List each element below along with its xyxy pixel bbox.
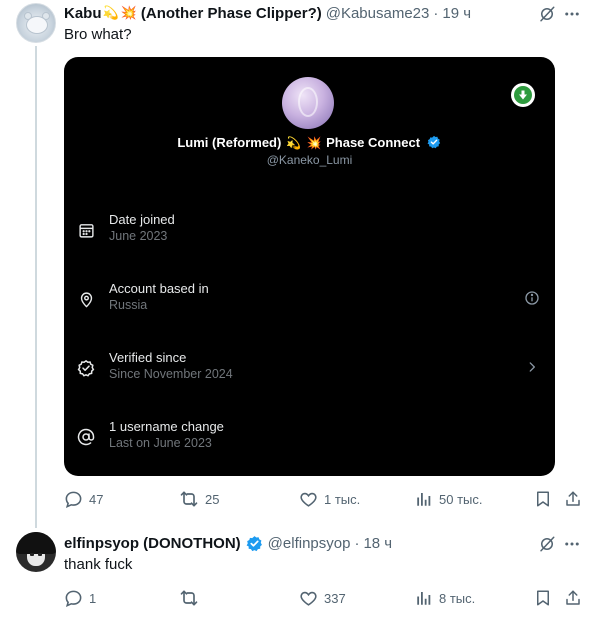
view-count: 50 тыс. <box>439 491 483 507</box>
avatar-eye-left <box>30 553 34 556</box>
separator-dot: · <box>433 4 439 22</box>
view-count: 8 тыс. <box>439 590 476 606</box>
chevron-right-icon[interactable] <box>523 358 541 376</box>
tweet-header: Kabu 💫 💥 (Another Phase Clipper?) @Kabus… <box>64 3 471 23</box>
reply-button[interactable]: 47 <box>64 489 103 509</box>
grok-icon[interactable] <box>537 534 557 554</box>
handle[interactable]: @elfinpsyop <box>268 535 351 552</box>
heart-icon <box>300 591 317 606</box>
repost-button[interactable] <box>179 588 205 608</box>
info-subtitle: Russia <box>109 298 148 312</box>
share-button[interactable] <box>564 489 582 509</box>
info-circle-icon[interactable] <box>523 289 541 307</box>
timestamp[interactable]: 18 ч <box>363 535 392 552</box>
info-title: Verified since <box>109 350 187 365</box>
like-button[interactable]: 337 <box>299 588 346 608</box>
share-icon <box>566 491 580 506</box>
card-avatar-decoration <box>298 87 318 117</box>
info-subtitle: Since November 2024 <box>109 367 233 381</box>
card-avatar <box>282 77 334 129</box>
share-button[interactable] <box>564 588 582 608</box>
avatar[interactable] <box>16 532 56 572</box>
info-subtitle: June 2023 <box>109 229 168 243</box>
card-display-name: Lumi (Reformed) 💫 💥 Phase Connect <box>64 135 555 150</box>
bookmark-button[interactable] <box>534 489 552 509</box>
separator-dot: · <box>354 534 360 552</box>
reply-count: 1 <box>89 590 97 606</box>
tweet-text: Bro what? <box>64 26 132 43</box>
like-count: 1 тыс. <box>324 491 361 507</box>
card-handle: @Kaneko_Lumi <box>266 153 353 167</box>
reply-count: 47 <box>89 491 104 507</box>
collision-emoji: 💥 <box>120 5 137 20</box>
info-row-username-change: 1 username change Last on June 2023 <box>64 418 555 454</box>
timestamp[interactable]: 19 ч <box>442 5 471 22</box>
tweet-text: thank fuck <box>64 556 133 573</box>
at-sign-icon <box>76 427 96 447</box>
more-options-icon[interactable] <box>562 534 582 554</box>
card-name-suffix: Phase Connect <box>326 135 421 150</box>
like-count: 337 <box>324 590 346 606</box>
avatar-hair <box>16 532 56 554</box>
views-bar-chart-icon <box>417 592 431 605</box>
heart-icon <box>300 492 317 507</box>
account-info-card[interactable]: Lumi (Reformed) 💫 💥 Phase Connect @Kanek… <box>64 57 555 476</box>
bookmark-icon <box>537 590 549 606</box>
repost-button[interactable]: 25 <box>179 489 219 509</box>
info-title: Account based in <box>109 281 209 296</box>
display-name[interactable]: Kabu <box>64 5 102 22</box>
card-name: Lumi (Reformed) <box>177 135 282 150</box>
repost-icon <box>180 590 198 606</box>
handle[interactable]: @Kabusame23 <box>326 5 430 22</box>
verified-badge-icon <box>427 135 441 149</box>
info-subtitle: Last on June 2023 <box>109 436 212 450</box>
repost-count: 25 <box>205 491 220 507</box>
views-button[interactable]: 8 тыс. <box>415 588 475 608</box>
repost-icon <box>180 491 198 507</box>
verified-badge-icon <box>246 535 263 552</box>
like-button[interactable]: 1 тыс. <box>299 489 360 509</box>
share-icon <box>566 590 580 605</box>
tweet-header: elfinpsyop (DONOTHON) @elfinpsyop · 18 ч <box>64 533 392 553</box>
tweet-actions: 47 25 1 тыс. 50 тыс. <box>64 489 584 509</box>
info-row-date-joined: Date joined June 2023 <box>64 211 555 247</box>
collision-emoji: 💥 <box>306 136 322 150</box>
avatar-eye-right <box>38 553 42 556</box>
info-title: Date joined <box>109 212 175 227</box>
views-bar-chart-icon <box>417 493 431 506</box>
display-name[interactable]: elfinpsyop (DONOTHON) <box>64 535 241 552</box>
grok-icon[interactable] <box>537 4 557 24</box>
tweet-actions: 1 337 8 тыс. <box>64 588 584 608</box>
reply-icon <box>65 491 82 508</box>
calendar-icon <box>76 220 96 240</box>
reply-icon <box>65 590 82 607</box>
verified-check-icon <box>76 358 96 378</box>
info-row-verified-since[interactable]: Verified since Since November 2024 <box>64 349 555 385</box>
more-options-icon[interactable] <box>562 4 582 24</box>
display-name-suffix[interactable]: (Another Phase Clipper?) <box>141 5 322 22</box>
download-arrow-icon <box>514 86 532 104</box>
views-button[interactable]: 50 тыс. <box>415 489 482 509</box>
info-title: 1 username change <box>109 419 224 434</box>
reply-button[interactable]: 1 <box>64 588 96 608</box>
info-row-account-based-in[interactable]: Account based in Russia <box>64 280 555 316</box>
bookmark-icon <box>537 491 549 507</box>
bookmark-button[interactable] <box>534 588 552 608</box>
location-pin-icon <box>76 289 96 309</box>
dizzy-emoji: 💫 <box>102 5 119 20</box>
thread-connector-line <box>35 46 37 528</box>
download-button[interactable] <box>511 83 535 107</box>
dizzy-emoji: 💫 <box>285 136 301 150</box>
avatar-face <box>26 16 48 34</box>
avatar[interactable] <box>16 3 56 43</box>
